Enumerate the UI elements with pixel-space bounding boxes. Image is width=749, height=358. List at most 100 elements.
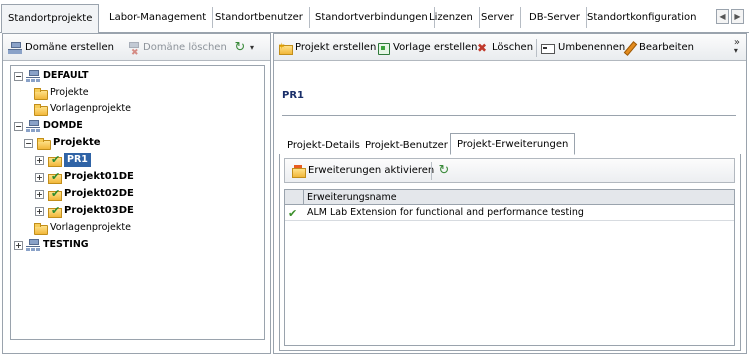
domain-icon xyxy=(26,238,40,252)
tab-standortkonfiguration[interactable]: Standortkonfiguration xyxy=(581,7,703,28)
right-toolbar: Projekt erstellen Vorlage erstellen ✖ Lö… xyxy=(274,34,746,61)
delete-button[interactable]: ✖ Löschen xyxy=(475,40,533,56)
delete-label: Löschen xyxy=(492,42,534,53)
tab-standortbenutzer[interactable]: Standortbenutzer xyxy=(209,7,310,28)
tree-node-projekt03de[interactable]: + Projekt03DE xyxy=(35,204,134,218)
folder-icon xyxy=(33,221,48,235)
domain-icon xyxy=(26,119,40,133)
expand-toggle[interactable]: + xyxy=(35,172,44,182)
tab-lizenzen[interactable]: Lizenzen xyxy=(423,7,480,28)
toolbar-separator xyxy=(536,39,537,57)
tree-node-domde-projekte[interactable]: − Projekte xyxy=(24,136,101,150)
tab-projekt-erweiterungen[interactable]: Projekt-Erweiterungen xyxy=(450,133,576,155)
rename-button[interactable]: Umbenennen xyxy=(541,40,625,56)
tree-node-default-vorlagenprojekte[interactable]: Vorlagenprojekte xyxy=(33,102,131,116)
tab-labor-management[interactable]: Labor-Management xyxy=(103,7,214,28)
edit-label: Bearbeiten xyxy=(639,42,694,53)
create-project-icon xyxy=(278,39,293,55)
tab-standortverbindungen[interactable]: Standortverbindungen xyxy=(309,7,435,28)
domain-tree[interactable]: − DEFAULT Projekte Vorlagenprojekte − DO… xyxy=(10,65,265,340)
column-header-extension-name[interactable]: Erweiterungsname xyxy=(303,190,734,205)
extensions-grid: Erweiterungsname ✔ ALM Lab Extension for… xyxy=(284,189,735,346)
create-domain-label: Domäne erstellen xyxy=(25,42,114,53)
extensions-toolbar: Erweiterungen aktivieren ↻ xyxy=(284,158,735,183)
delete-domain-icon xyxy=(126,41,140,61)
delete-domain-button[interactable]: Domäne löschen xyxy=(126,40,227,61)
project-icon xyxy=(47,187,62,201)
check-icon: ✔ xyxy=(288,207,298,220)
tree-node-domde-vorlagenprojekte[interactable]: Vorlagenprojekte xyxy=(33,221,131,235)
toolbar-overflow-button[interactable]: » ▾ xyxy=(733,38,740,55)
tree-node-label: Projekt01DE xyxy=(64,171,134,182)
tab-db-server[interactable]: DB-Server xyxy=(523,7,587,28)
activate-extensions-label: Erweiterungen aktivieren xyxy=(308,165,435,176)
tree-node-label: DEFAULT xyxy=(43,70,89,81)
tree-node-label: Projekte xyxy=(50,87,89,98)
chevron-down-icon: ▾ xyxy=(250,43,255,52)
create-domain-button[interactable]: Domäne erstellen xyxy=(8,40,114,56)
collapse-toggle[interactable]: − xyxy=(24,138,33,148)
tree-node-domde[interactable]: − DOMDE xyxy=(14,119,83,133)
left-toolbar: Domäne erstellen Domäne löschen ↻ ▾ xyxy=(3,34,270,61)
tab-server[interactable]: Server xyxy=(475,7,521,28)
expand-toggle[interactable]: + xyxy=(35,206,44,216)
chevron-down-icon: ▾ xyxy=(733,46,738,55)
rename-icon xyxy=(541,41,555,55)
template-icon xyxy=(376,41,390,55)
create-project-label: Projekt erstellen xyxy=(295,42,377,53)
domain-tree-panel: Domäne erstellen Domäne löschen ↻ ▾ − DE… xyxy=(2,33,271,354)
tree-node-label: Vorlagenprojekte xyxy=(50,103,131,114)
tree-node-label: DOMDE xyxy=(43,120,83,131)
project-details-panel: Projekt erstellen Vorlage erstellen ✖ Lö… xyxy=(273,33,747,354)
create-project-button[interactable]: Projekt erstellen xyxy=(278,39,377,56)
project-icon xyxy=(47,153,62,167)
folder-icon xyxy=(36,136,51,150)
tree-node-label: Projekte xyxy=(53,137,101,148)
site-administration-window: Standortprojekte Labor-Management Stando… xyxy=(0,0,749,358)
tree-node-projekt02de[interactable]: + Projekt02DE xyxy=(35,187,134,201)
folder-icon xyxy=(33,86,48,100)
create-template-label: Vorlage erstellen xyxy=(393,42,478,53)
delete-icon: ✖ xyxy=(476,41,488,55)
expand-toggle[interactable]: + xyxy=(35,189,44,199)
grid-header: Erweiterungsname xyxy=(285,190,734,205)
pencil-icon xyxy=(622,41,636,55)
tree-node-label: Projekt02DE xyxy=(64,188,134,199)
folder-icon xyxy=(33,102,48,116)
tree-node-testing[interactable]: + TESTING xyxy=(14,238,89,252)
activate-extensions-button[interactable]: Erweiterungen aktivieren xyxy=(291,163,434,179)
domain-icon xyxy=(26,69,40,83)
tab-standortprojekte[interactable]: Standortprojekte xyxy=(1,4,100,33)
edit-button[interactable]: Bearbeiten xyxy=(622,40,694,56)
tab-projekt-details[interactable]: Projekt-Details xyxy=(280,136,367,154)
tree-node-default-projekte[interactable]: Projekte xyxy=(33,86,89,100)
extensions-content: Erweiterungen aktivieren ↻ Erweiterungsn… xyxy=(279,154,741,351)
refresh-icon: ↻ xyxy=(438,163,450,178)
expand-toggle[interactable]: + xyxy=(35,155,44,165)
tree-node-default[interactable]: − DEFAULT xyxy=(14,69,89,83)
toolbar-separator xyxy=(431,162,432,180)
activate-extensions-icon xyxy=(291,164,306,178)
tab-scroll-right-icon[interactable]: ▶ xyxy=(731,9,744,24)
title-divider xyxy=(282,115,736,116)
tab-scroll-left-icon[interactable]: ◀ xyxy=(716,9,729,24)
tab-projekt-benutzer[interactable]: Projekt-Benutzer xyxy=(358,136,455,154)
collapse-toggle[interactable]: − xyxy=(14,121,23,131)
table-row[interactable]: ✔ ALM Lab Extension for functional and p… xyxy=(285,205,734,221)
expand-toggle[interactable]: + xyxy=(14,240,23,250)
refresh-extensions-button[interactable]: ↻ xyxy=(437,163,451,179)
refresh-dropdown-button[interactable]: ↻ ▾ xyxy=(233,40,254,56)
project-icon xyxy=(47,170,62,184)
tree-node-pr1[interactable]: + PR1 xyxy=(35,153,91,167)
project-icon xyxy=(47,204,62,218)
collapse-toggle[interactable]: − xyxy=(14,71,23,81)
tree-node-label: Vorlagenprojekte xyxy=(50,222,131,233)
tree-node-label: PR1 xyxy=(64,153,91,167)
create-domain-icon xyxy=(8,41,22,55)
tree-node-label: TESTING xyxy=(43,239,89,250)
tree-node-projekt01de[interactable]: + Projekt01DE xyxy=(35,170,134,184)
create-template-button[interactable]: Vorlage erstellen xyxy=(376,40,477,56)
project-title: PR1 xyxy=(282,90,304,101)
top-tab-bar: Standortprojekte Labor-Management Stando… xyxy=(0,0,749,33)
tree-node-label: Projekt03DE xyxy=(64,205,134,216)
